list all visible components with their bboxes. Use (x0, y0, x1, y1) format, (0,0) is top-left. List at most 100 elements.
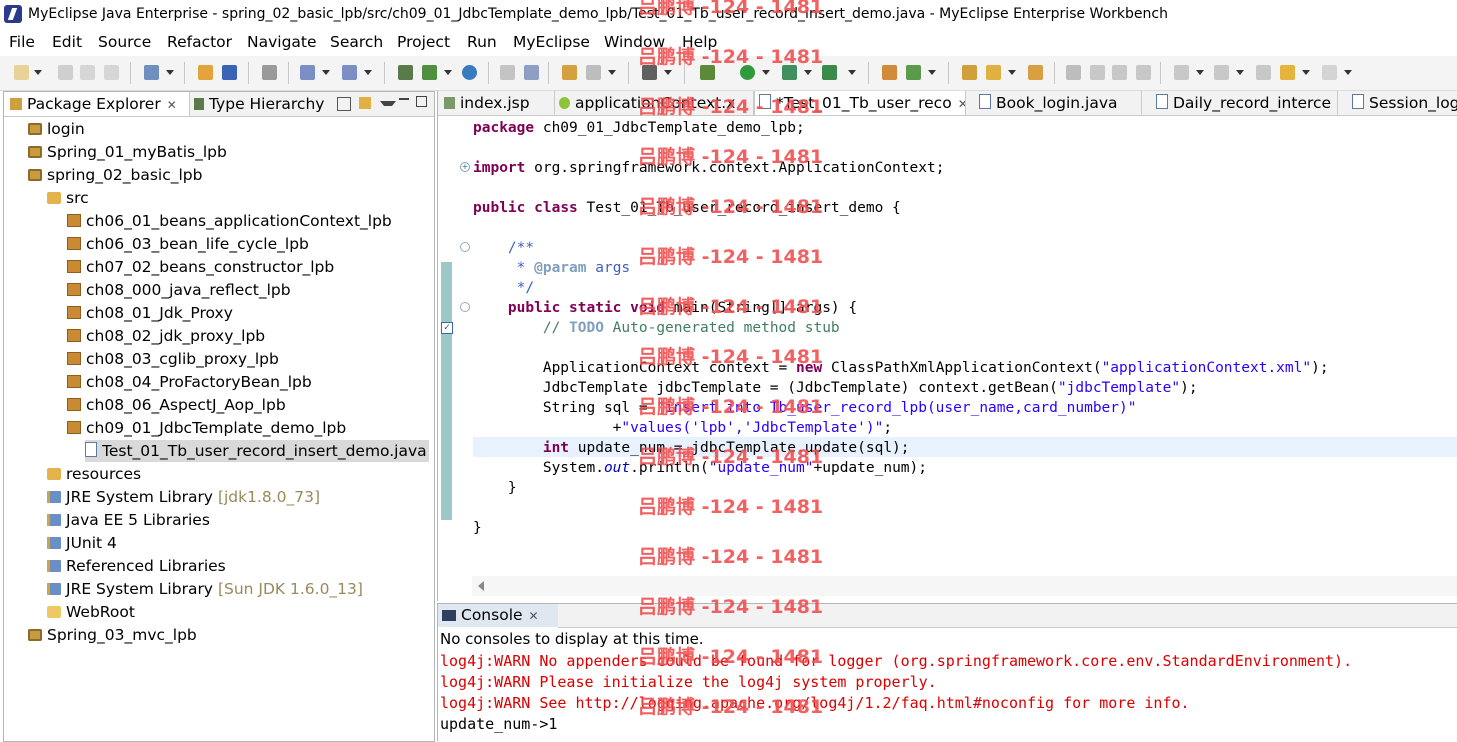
code-line[interactable]: } (473, 518, 482, 538)
browser-icon[interactable] (262, 65, 277, 80)
link-editor-icon[interactable] (359, 97, 371, 109)
horizontal-scrollbar[interactable] (472, 576, 1457, 596)
tab-label: Session_login (1369, 94, 1457, 112)
tree-item-package[interactable]: ch08_02_jdk_proxy_lpb (67, 325, 265, 347)
close-icon[interactable]: ✕ (167, 98, 177, 112)
view-menu-icon[interactable] (380, 101, 396, 106)
tab-console[interactable]: Console ✕ (438, 604, 559, 627)
menu-run[interactable]: Run (467, 33, 497, 51)
search-tool-icon[interactable] (342, 65, 357, 80)
last-edit-icon[interactable] (1256, 65, 1271, 80)
new-package-icon[interactable] (906, 65, 921, 80)
refresh-icon[interactable] (524, 65, 539, 80)
tree-item-library[interactable]: JRE System Library [Sun JDK 1.6.0_13] (47, 578, 363, 600)
menu-project[interactable]: Project (397, 33, 450, 51)
tree-item-folder[interactable]: WebRoot (47, 601, 135, 623)
maximize-icon[interactable] (416, 96, 427, 107)
next-annotation-icon[interactable] (1174, 65, 1189, 80)
menu-refactor[interactable]: Refactor (167, 33, 232, 51)
tree-item-project[interactable]: spring_02_basic_lpb (28, 164, 202, 186)
globe-icon[interactable] (462, 65, 477, 80)
tree-item-package[interactable]: ch08_06_AspectJ_Aop_lpb (67, 394, 286, 416)
code-line[interactable]: * @param args (473, 258, 631, 278)
pencil-icon[interactable] (986, 65, 1001, 80)
tree-item-project[interactable]: Spring_03_mvc_lpb (28, 624, 197, 646)
tree-item-label: ch07_02_beans_constructor_lpb (86, 258, 335, 276)
menu-navigate[interactable]: Navigate (247, 33, 317, 51)
tree-item-package[interactable]: ch09_01_JdbcTemplate_demo_lpb (67, 417, 346, 439)
tree-item-source-folder[interactable]: resources (47, 463, 141, 485)
code-line[interactable]: /** (473, 238, 534, 258)
new-icon[interactable] (14, 65, 29, 80)
tree-item-source-folder[interactable]: src (47, 187, 89, 209)
code-text: * (473, 260, 535, 276)
tree-item-package[interactable]: ch08_01_Jdk_Proxy (67, 302, 233, 324)
console-warning-line: log4j:WARN Please initialize the log4j s… (440, 673, 937, 691)
new-wizard-icon[interactable] (144, 65, 159, 80)
debug-config-icon[interactable] (398, 65, 413, 80)
forward-icon[interactable] (1322, 65, 1337, 80)
save-all-icon[interactable] (80, 65, 95, 80)
code-line[interactable]: JdbcTemplate jdbcTemplate = (JdbcTemplat… (473, 378, 1198, 398)
close-icon[interactable]: ✕ (529, 609, 539, 623)
tree-item-suffix: [jdk1.8.0_73] (217, 488, 321, 506)
menu-myeclipse[interactable]: MyEclipse (513, 33, 590, 51)
mark-icon[interactable] (1066, 65, 1081, 80)
open-resource-icon[interactable] (1028, 65, 1043, 80)
tree-item-library[interactable]: JRE System Library [jdk1.8.0_73] (47, 486, 320, 508)
tree-item-library[interactable]: JUnit 4 (47, 532, 117, 554)
code-line[interactable]: +"values('lpb','JdbcTemplate')"; (473, 418, 892, 438)
new-class-icon[interactable] (882, 65, 897, 80)
tree-item-package[interactable]: ch08_04_ProFactoryBean_lpb (67, 371, 312, 393)
fold-expand-icon[interactable]: + (460, 162, 470, 172)
tab-index-jsp[interactable]: index.jsp (438, 91, 555, 115)
tree-item-library[interactable]: Java EE 5 Libraries (47, 509, 210, 531)
code-line[interactable]: // TODO Auto-generated method stub (473, 318, 840, 338)
settings-icon[interactable] (586, 65, 601, 80)
tree-item-package[interactable]: ch07_02_beans_constructor_lpb (67, 256, 334, 278)
fold-collapse-icon[interactable] (460, 302, 470, 312)
launch-icon[interactable] (422, 65, 437, 80)
tab-package-explorer[interactable]: Package Explorer ✕ (4, 92, 190, 116)
block-icon[interactable] (1112, 65, 1127, 80)
back-icon[interactable] (1280, 65, 1295, 80)
print-icon[interactable] (104, 65, 119, 80)
tree-item-project[interactable]: Spring_01_myBatis_lpb (28, 141, 227, 163)
tree-item-package[interactable]: ch08_03_cglib_proxy_lpb (67, 348, 279, 370)
tree-item-java-file-selected[interactable]: Test_01_Tb_user_record_insert_demo.java (85, 440, 429, 462)
whitespace-icon[interactable] (1136, 65, 1151, 80)
tool-icon[interactable] (500, 65, 515, 80)
tab-daily-record[interactable]: Daily_record_interce (1142, 91, 1338, 115)
scroll-left-icon[interactable] (478, 581, 484, 591)
tab-type-hierarchy[interactable]: Type Hierarchy (194, 92, 334, 116)
code-line[interactable]: } (473, 478, 517, 498)
tree-item-project[interactable]: login (28, 118, 85, 140)
minimize-icon[interactable] (399, 98, 409, 100)
menu-source[interactable]: Source (98, 33, 151, 51)
tree-item-library[interactable]: Referenced Libraries (47, 555, 226, 577)
wizard-icon[interactable] (300, 65, 315, 80)
collapse-all-icon[interactable] (337, 97, 351, 111)
tab-session-login[interactable]: Session_login (1338, 91, 1457, 115)
tree-item-package[interactable]: ch06_01_beans_applicationContext_lpb (67, 210, 392, 232)
deploy-icon[interactable] (198, 65, 213, 80)
open-type-icon[interactable] (562, 65, 577, 80)
task-marker-icon[interactable]: ✓ (441, 322, 453, 334)
code-line[interactable]: ApplicationContext context = new ClassPa… (473, 358, 1329, 378)
menu-edit[interactable]: Edit (52, 33, 82, 51)
highlight-icon[interactable] (1090, 65, 1105, 80)
tab-book-login[interactable]: Book_login.java (965, 91, 1142, 115)
menu-search[interactable]: Search (330, 33, 383, 51)
code-line[interactable]: package ch09_01_JdbcTemplate_demo_lpb; (473, 118, 805, 138)
fold-collapse-icon[interactable] (460, 242, 470, 252)
package-icon (67, 283, 81, 296)
menu-file[interactable]: File (9, 33, 35, 51)
tree-item-package[interactable]: ch06_03_bean_life_cycle_lpb (67, 233, 309, 255)
open-folder-icon[interactable] (962, 65, 977, 80)
tree-item-package[interactable]: ch08_000_java_reflect_lpb (67, 279, 291, 301)
save-icon[interactable] (58, 65, 73, 80)
server-icon[interactable] (222, 65, 237, 80)
code-line[interactable]: */ (473, 278, 534, 298)
prev-annotation-icon[interactable] (1214, 65, 1229, 80)
coverage-icon[interactable] (822, 65, 837, 80)
